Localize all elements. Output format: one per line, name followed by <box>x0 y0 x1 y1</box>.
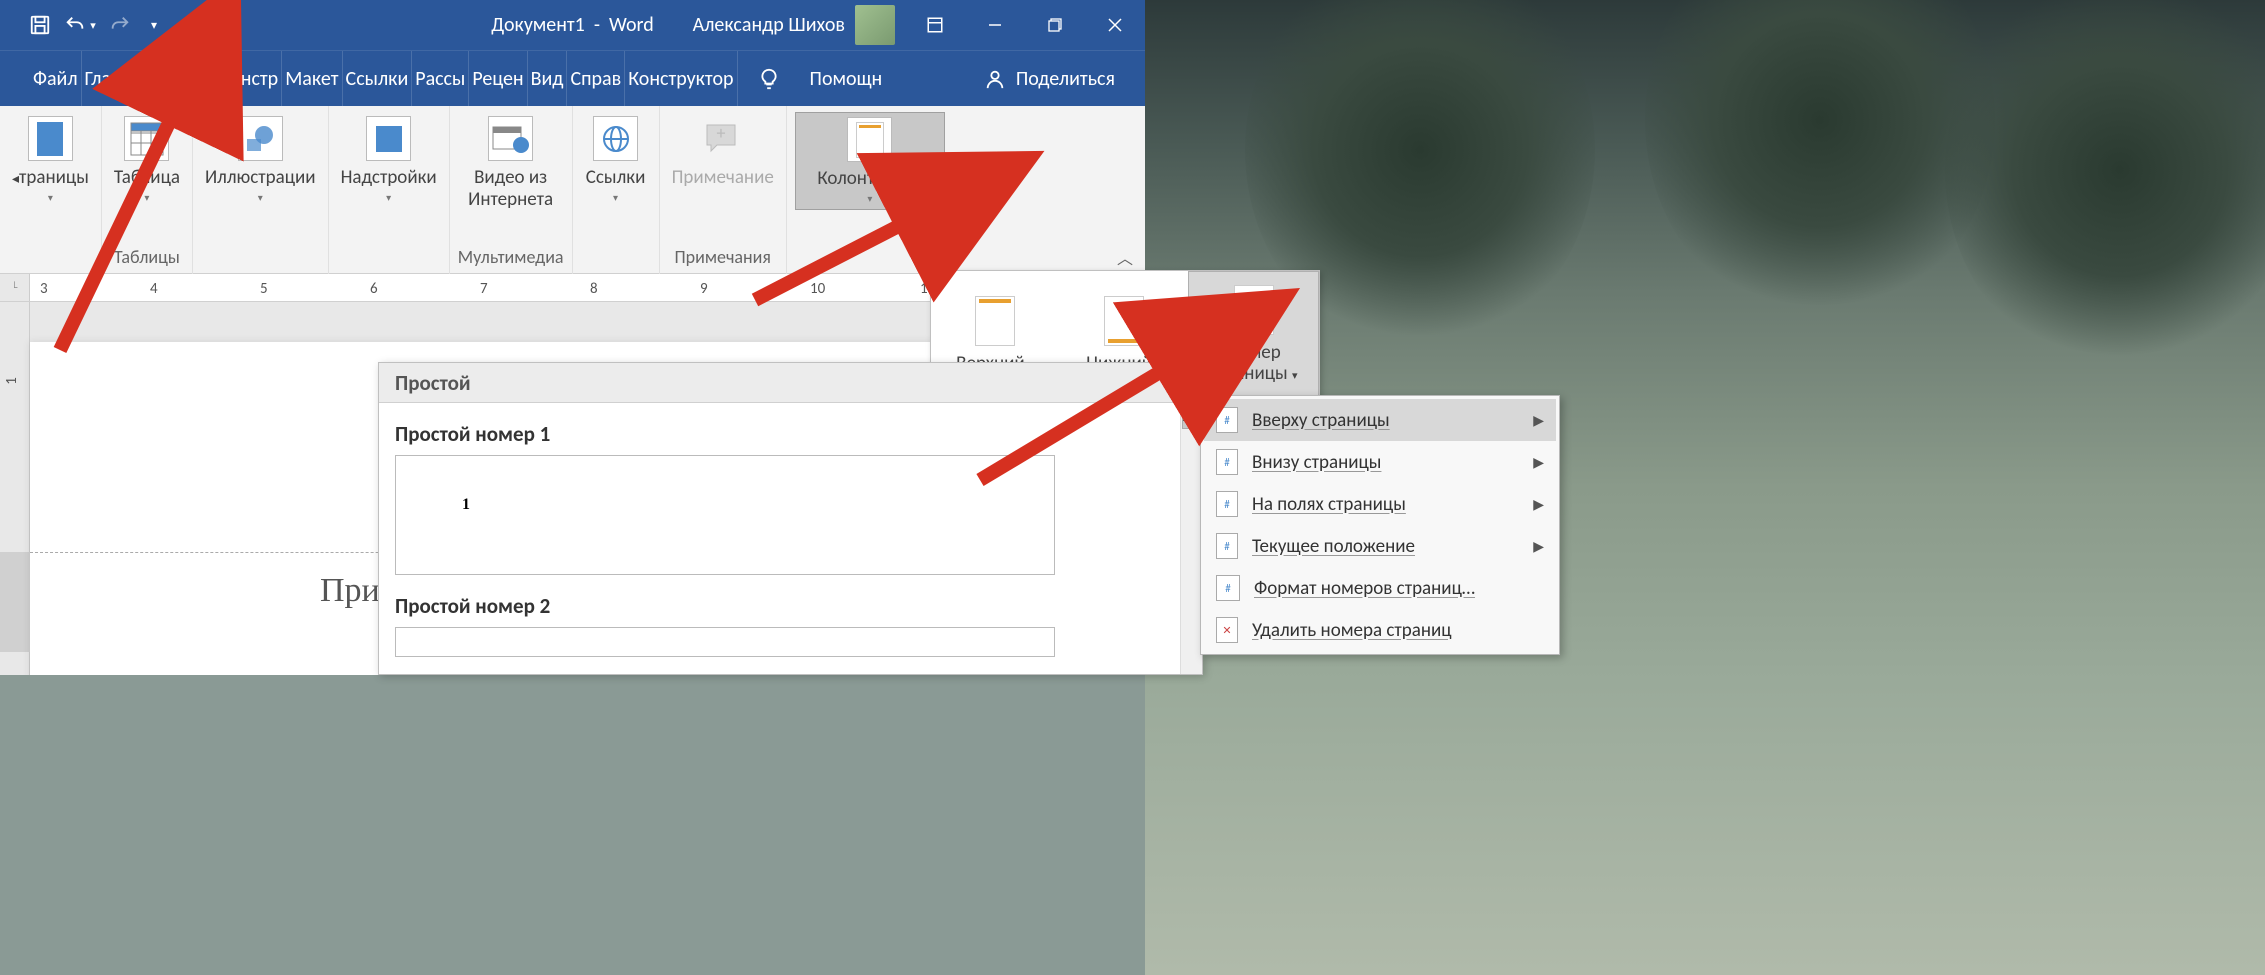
page-number-icon: # <box>1234 285 1274 335</box>
tab-review[interactable]: Рецен <box>469 51 527 107</box>
link-icon <box>593 116 638 161</box>
page-number-button[interactable]: # Номерстраницы ▾ <box>1188 271 1319 399</box>
comment-button[interactable]: + Примечание <box>668 112 778 193</box>
menu-current-position[interactable]: # Текущее положение▶ <box>1204 525 1556 567</box>
gallery-category-header: Простой <box>379 363 1202 403</box>
restore-button[interactable] <box>1025 0 1085 50</box>
save-button[interactable] <box>24 9 56 41</box>
ribbon-display-options-button[interactable] <box>905 0 965 50</box>
links-button[interactable]: Ссылки ▾ <box>581 112 651 208</box>
gallery-item-2-preview[interactable] <box>395 627 1055 657</box>
header-icon <box>975 296 1015 346</box>
svg-text:+: + <box>716 122 725 144</box>
ruler-corner: └ <box>0 274 30 302</box>
doc-icon: # <box>1216 491 1238 517</box>
doc-icon: # <box>1216 449 1238 475</box>
addins-button[interactable]: Надстройки ▾ <box>337 112 441 208</box>
undo-button[interactable]: ▾ <box>64 9 96 41</box>
document-text: При <box>320 572 380 610</box>
tab-file[interactable]: Файл <box>30 51 82 107</box>
table-icon <box>124 116 169 161</box>
gallery-item-1-preview[interactable]: 1 <box>395 455 1055 575</box>
gallery-item-1-title: Простой номер 1 <box>395 421 1186 447</box>
person-icon <box>984 68 1006 90</box>
help-label[interactable]: Помощн <box>810 67 883 91</box>
tab-help[interactable]: Справ <box>567 51 625 107</box>
tab-references[interactable]: Ссылки <box>343 51 413 107</box>
header-footer-icon <box>847 117 892 162</box>
online-video-button[interactable]: Видео изИнтернета <box>464 112 557 215</box>
redo-button[interactable] <box>104 9 136 41</box>
menu-page-margins[interactable]: # На полях страницы▶ <box>1204 483 1556 525</box>
menu-top-of-page[interactable]: # Вверху страницы▶ <box>1204 399 1556 441</box>
minimize-button[interactable] <box>965 0 1025 50</box>
table-button[interactable]: Таблица ▾ <box>110 112 184 208</box>
collapse-ribbon-button[interactable]: ︿ <box>1117 245 1137 265</box>
video-icon <box>488 116 533 161</box>
addins-icon <box>366 116 411 161</box>
quick-access-toolbar: ▾ ▾ <box>0 9 164 41</box>
menu-bottom-of-page[interactable]: # Внизу страницы▶ <box>1204 441 1556 483</box>
footer-icon <box>1104 296 1144 346</box>
doc-icon: # <box>1216 407 1238 433</box>
gallery-scrollbar[interactable]: ▴ <box>1180 403 1202 674</box>
avatar <box>855 5 895 45</box>
tab-home[interactable]: Главна <box>82 51 145 107</box>
menu-format-page-numbers[interactable]: # Формат номеров страниц… <box>1204 567 1556 609</box>
ribbon: ◂траницы ▾ Таблица ▾ Таблицы Иллюстрац <box>0 106 1145 274</box>
pages-button[interactable]: ◂траницы ▾ <box>8 112 93 208</box>
tell-me-icon[interactable] <box>758 68 780 90</box>
tab-view[interactable]: Вид <box>528 51 568 107</box>
tab-design[interactable]: Констр <box>217 51 283 107</box>
page-number-menu: # Вверху страницы▶ # Внизу страницы▶ # Н… <box>1200 395 1560 655</box>
shapes-icon <box>238 116 283 161</box>
menu-remove-page-numbers[interactable]: ✕ Удалить номера страниц <box>1204 609 1556 651</box>
close-button[interactable] <box>1085 0 1145 50</box>
tab-layout[interactable]: Макет <box>282 51 342 107</box>
ribbon-tabs: Файл Главна Вставка Констр Макет Ссылки … <box>0 50 1145 106</box>
format-icon: # <box>1216 575 1240 601</box>
gallery-item-2-title: Простой номер 2 <box>395 593 1186 619</box>
account-area[interactable]: Александр Шихов <box>693 5 895 45</box>
tab-insert[interactable]: Вставка <box>145 51 217 107</box>
customize-qat-button[interactable]: ▾ <box>144 9 164 41</box>
window-title: Документ1 - Word <box>491 13 653 37</box>
page-number-gallery: Простой Простой номер 1 1 Простой номер … <box>378 362 1203 675</box>
illustrations-button[interactable]: Иллюстрации ▾ <box>201 112 320 208</box>
vertical-ruler[interactable]: 1 1 <box>0 302 30 675</box>
user-name: Александр Шихов <box>693 13 845 37</box>
header-footer-button[interactable]: Колонтитулы ▾ <box>795 112 945 210</box>
tab-contextual[interactable]: Конструктор <box>625 51 737 107</box>
titlebar: ▾ ▾ Документ1 - Word Александр Шихов <box>0 0 1145 50</box>
doc-icon: # <box>1216 533 1238 559</box>
remove-icon: ✕ <box>1216 617 1238 643</box>
comment-icon: + <box>700 116 745 161</box>
tab-mailings[interactable]: Рассы <box>412 51 469 107</box>
share-button[interactable]: Поделиться <box>984 67 1115 91</box>
page-icon <box>28 116 73 161</box>
